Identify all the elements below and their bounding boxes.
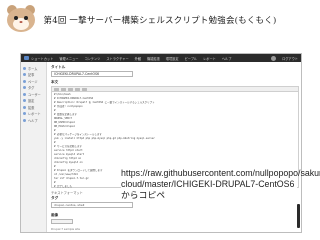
toolbar-item-people[interactable]: ピープル [185, 56, 198, 61]
italic-icon[interactable] [61, 87, 66, 91]
toolbar-item-label: ヘルプ [221, 56, 232, 61]
title-input[interactable]: ICHIGEKI-DRUPAL7-CentOS6 [51, 71, 133, 77]
logout-link[interactable]: ログアウト [282, 56, 298, 61]
cms-screenshot: ショートカット 管理メニュー コンテンツ ストラクチャー 外観 機能拡張 環境設… [20, 53, 302, 233]
tags-input[interactable]: drupal, centos, shell [51, 202, 133, 208]
text-format-select[interactable]: テキストフォーマット [51, 190, 83, 195]
toolbar-item-label: 環境設定 [165, 56, 179, 61]
toolbar-item-label: 外観 [134, 56, 142, 61]
toolbar-item-label: ストラクチャー [106, 56, 129, 61]
toolbar-item-label: ピープル [184, 56, 198, 61]
caption-line-3: からコピペ [121, 189, 165, 200]
title-label: タイトル [51, 65, 66, 69]
toolbar-item-label: レポート [203, 56, 216, 61]
sidebar-item-label: 設定 [28, 99, 35, 104]
file-select-button[interactable] [51, 219, 73, 224]
toolbar-item-config[interactable]: 環境設定 [166, 56, 179, 61]
image-label: 画像 [51, 213, 59, 217]
article-icon [23, 73, 26, 77]
sidebar-item-label: ヘルプ [28, 118, 38, 123]
user-avatar-icon[interactable] [271, 55, 277, 61]
page-icon [23, 79, 26, 83]
help-icon [23, 118, 26, 122]
bold-icon[interactable] [54, 87, 59, 91]
sidebar-item-help[interactable]: ヘルプ [21, 117, 46, 124]
shortcut-icon [24, 56, 29, 60]
toolbar-item-reports[interactable]: レポート [203, 56, 216, 61]
sidebar-item-label: ページ [28, 79, 38, 84]
list-icon[interactable] [75, 87, 80, 91]
toolbar-item-label: コンテンツ [84, 56, 101, 61]
footer-text: Drupal 7 sample site [51, 227, 81, 231]
sidebar-item-label: ホーム [28, 66, 38, 71]
toolbar-item-label: 管理メニュー [59, 56, 79, 61]
slide-title: 第4回 一撃サーバー構築シェルスクリプト勉強会(もくもく) [43, 16, 277, 26]
sidebar-item-label: タグ [28, 86, 35, 91]
home-icon [23, 66, 26, 70]
toolbar-item-extend[interactable]: 機能拡張 [147, 56, 160, 61]
toolbar-item-help[interactable]: ヘルプ [222, 56, 232, 61]
source-url-caption: https://raw.githubusercontent.com/nullpo… [121, 168, 320, 201]
edit-form: タイトル ICHIGEKI-DRUPAL7-CentOS6 本文 #!/bin/… [51, 65, 299, 231]
caption-line-1[interactable]: https://raw.githubusercontent.com/nullpo… [121, 168, 320, 179]
toolbar-item-appearance[interactable]: 外観 [135, 56, 141, 61]
toolbar-item-shortcut[interactable]: ショートカット [24, 56, 53, 61]
admin-sidebar: ホーム 記事 ページ タグ ユーザー 設定 拡張 レポート ヘルプ [21, 62, 47, 232]
user-icon [23, 92, 26, 96]
puzzle-icon [23, 105, 26, 109]
admin-toolbar: ショートカット 管理メニュー コンテンツ ストラクチャー 外観 機能拡張 環境設… [21, 54, 301, 62]
source-icon[interactable] [82, 87, 87, 91]
toolbar-item-label: 機能拡張 [147, 56, 160, 61]
body-label: 本文 [51, 80, 59, 84]
link-icon[interactable] [68, 87, 73, 91]
toolbar-item-admin-menu[interactable]: 管理メニュー [59, 56, 78, 61]
gear-icon [23, 99, 26, 103]
sidebar-item-label: レポート [28, 112, 41, 117]
sidebar-item-label: 記事 [28, 73, 35, 78]
sidebar-item-label: 拡張 [28, 105, 35, 110]
scrollbar-thumb[interactable] [297, 204, 300, 228]
caption-line-2[interactable]: cloud/master/ICHIGEKI-DRUPAL7-CentOS6 [121, 179, 297, 190]
tags-label: タグ [51, 196, 59, 200]
toolbar-item-content[interactable]: コンテンツ [84, 56, 100, 61]
sidebar-item-label: ユーザー [28, 92, 41, 97]
tag-icon [23, 86, 26, 90]
toolbar-item-label: ショートカット [31, 56, 54, 61]
chart-icon [23, 112, 26, 116]
toolbar-item-structure[interactable]: ストラクチャー [106, 56, 128, 61]
